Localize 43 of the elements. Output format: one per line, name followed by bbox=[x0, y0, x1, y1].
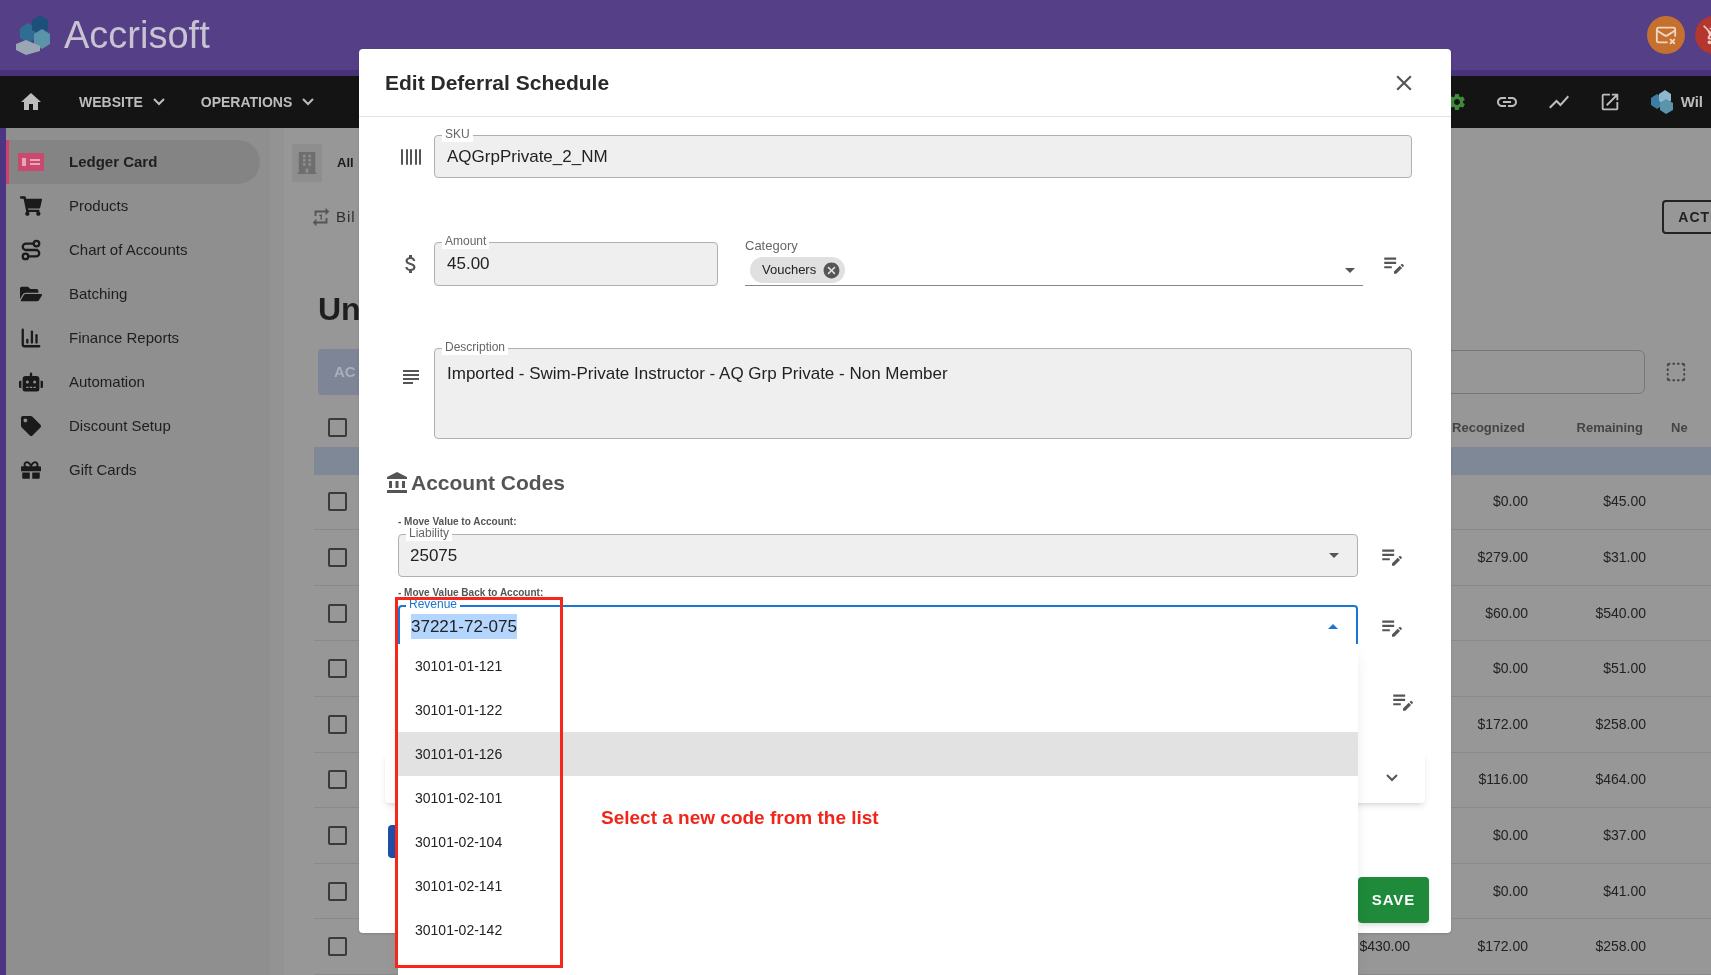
table-cell: $540.00 bbox=[1595, 604, 1646, 621]
field-label: Amount bbox=[442, 233, 490, 249]
sidebar-label: Chart of Accounts bbox=[69, 239, 188, 260]
chip-label: Vouchers bbox=[762, 261, 817, 280]
table-cell: $0.00 bbox=[1492, 882, 1528, 899]
field-value: 25075 bbox=[410, 544, 458, 567]
sidebar-label: Ledger Card bbox=[69, 151, 158, 172]
table-cell: $0.00 bbox=[1492, 660, 1528, 677]
table-cell: $37.00 bbox=[1603, 827, 1646, 843]
table-cell: $464.00 bbox=[1595, 771, 1646, 788]
page-title: Un bbox=[318, 289, 361, 329]
sidebar-label: Automation bbox=[69, 371, 145, 392]
account-caption: - Move Value to Account: bbox=[398, 515, 518, 528]
table-cell: $258.00 bbox=[1595, 715, 1646, 732]
table-cell: $41.00 bbox=[1603, 882, 1646, 899]
table-cell: $258.00 bbox=[1595, 938, 1646, 955]
field-label: SKU bbox=[442, 126, 473, 142]
field-value: 45.00 bbox=[447, 253, 490, 276]
table-cell: $0.00 bbox=[1492, 827, 1528, 843]
table-cell: $0.00 bbox=[1492, 493, 1528, 510]
table-cell: $172.00 bbox=[1477, 938, 1528, 955]
table-cell: $60.00 bbox=[1485, 604, 1528, 621]
brand-name: Accrisoft bbox=[64, 16, 210, 54]
table-cell: $430.00 bbox=[1359, 938, 1410, 955]
table-cell: $31.00 bbox=[1603, 549, 1646, 566]
field-value: AQGrpPrivate_2_NM bbox=[447, 145, 608, 168]
sidebar-label: Products bbox=[69, 195, 129, 216]
sidebar-label: Discount Setup bbox=[69, 415, 171, 436]
dialog-title: Edit Deferral Schedule bbox=[385, 69, 610, 96]
field-value: 37221-72-075 bbox=[411, 613, 517, 640]
sidebar-label: Gift Cards bbox=[69, 459, 137, 480]
table-cell: $116.00 bbox=[1478, 771, 1528, 788]
field-value: Imported - Swim-Private Instructor - AQ Grp Private - Non Member bbox=[447, 364, 948, 383]
table-cell: $279.00 bbox=[1477, 549, 1528, 566]
table-cell: $51.00 bbox=[1603, 660, 1646, 677]
field-label: Category bbox=[745, 238, 799, 253]
table-cell: $45.00 bbox=[1603, 493, 1646, 510]
field-label: Liability bbox=[406, 525, 453, 541]
table-cell: $172.00 bbox=[1477, 715, 1528, 732]
sidebar-label: Batching bbox=[69, 283, 128, 304]
sidebar-label: Finance Reports bbox=[69, 327, 180, 348]
section-title: Account Codes bbox=[411, 470, 565, 497]
field-label: Description bbox=[442, 339, 509, 355]
